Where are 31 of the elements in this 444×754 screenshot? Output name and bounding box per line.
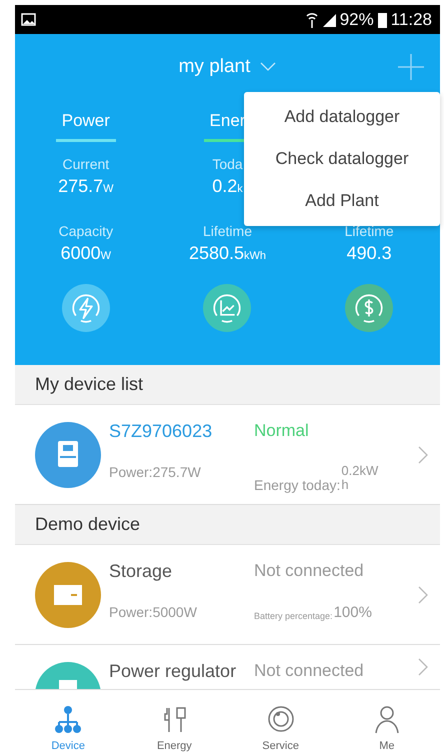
- detail-label: Battery percentage:: [254, 611, 333, 621]
- device-name: Storage: [109, 561, 174, 582]
- stat-label: Lifetime: [202, 223, 252, 239]
- nav-tab[interactable]: Me: [334, 690, 440, 754]
- device-name: S7Z9706023: [109, 421, 214, 442]
- menu-item[interactable]: Add Plant: [244, 180, 440, 222]
- device-status: Not connected: [254, 561, 365, 582]
- stat-label: Capacity: [58, 223, 114, 239]
- stat-value: 490.3: [346, 243, 392, 264]
- device-name: Power regulator: [109, 661, 238, 682]
- section-title: Demo device: [35, 514, 140, 535]
- nav-tab[interactable]: Energy: [121, 690, 228, 754]
- battery-percent: 92%: [340, 10, 374, 30]
- detail-label: Energy today:: [254, 476, 340, 493]
- stat-label: Lifetime: [344, 223, 394, 239]
- nav-tab[interactable]: Service: [228, 690, 334, 754]
- device-power: Power:275.7W: [109, 464, 202, 482]
- stat-value: 0.2k: [212, 176, 243, 197]
- stat-value: 275.7W: [58, 176, 114, 197]
- stat-label: Current: [62, 156, 110, 172]
- device-power: Power:5000W: [109, 604, 198, 621]
- clock: 11:28: [390, 10, 432, 30]
- device-status: Not connected: [254, 661, 365, 682]
- stat-label: Toda: [212, 156, 243, 172]
- detail-value: 0.2kWh: [341, 464, 380, 493]
- section-title: My device list: [35, 374, 144, 395]
- nav-tab[interactable]: Device: [15, 690, 122, 754]
- stat-value: 2580.5kWh: [188, 243, 266, 264]
- stat-value: 6000W: [60, 243, 112, 264]
- detail-value: 100%: [334, 604, 372, 621]
- device-status: Normal: [254, 421, 310, 442]
